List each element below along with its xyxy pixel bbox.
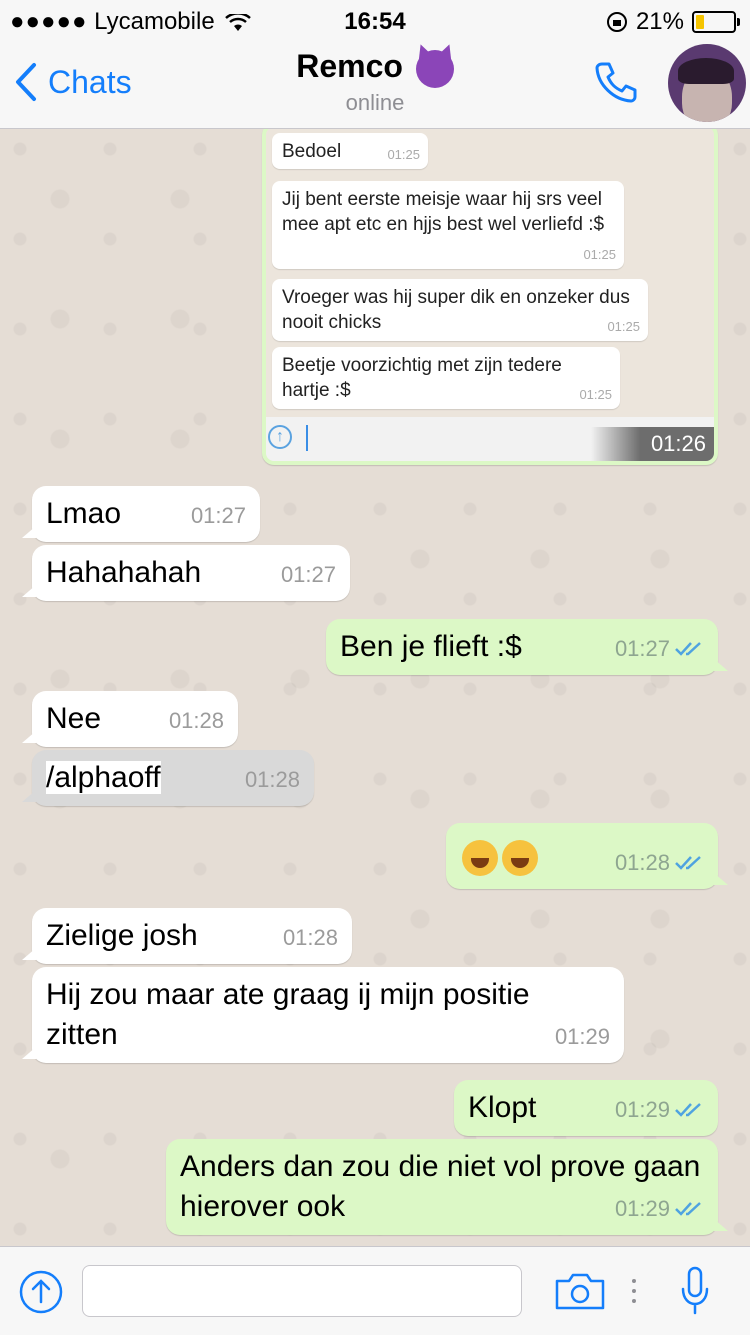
- embedded-screenshot: Bedoel 01:25 Jij bent eerste meisje waar…: [266, 129, 714, 461]
- microphone-button[interactable]: [680, 1265, 710, 1322]
- contact-name: Remco: [296, 48, 403, 84]
- message-time: 01:28: [282, 925, 338, 950]
- message-incoming[interactable]: Nee 01:28: [22, 691, 238, 747]
- camera-icon: [555, 1273, 605, 1310]
- orientation-lock-icon: [606, 12, 627, 32]
- message-outgoing[interactable]: Klopt 01:29: [454, 1080, 718, 1136]
- message-text: Klopt: [468, 1091, 537, 1124]
- message-time: 01:28: [615, 843, 704, 883]
- double-check-icon: [675, 1103, 701, 1117]
- embedded-message: Beetje voorzichtig met zijn tedere hartj…: [272, 347, 620, 409]
- message-outgoing[interactable]: Ben je flieft :$ 01:27: [326, 619, 728, 675]
- message-text: Ben je flieft :$: [340, 630, 522, 663]
- message-time: 01:28: [168, 708, 224, 733]
- image-message[interactable]: Bedoel 01:25 Jij bent eerste meisje waar…: [262, 129, 718, 465]
- embedded-message: Vroeger was hij super dik en onzeker dus…: [272, 279, 648, 341]
- message-text: /alphaoff: [46, 761, 161, 794]
- message-list[interactable]: Bedoel 01:25 Jij bent eerste meisje waar…: [0, 129, 750, 1246]
- embedded-message: Bedoel 01:25: [272, 133, 428, 169]
- crying-emoji-icon: [502, 840, 538, 877]
- chat-header: Chats Remco online: [0, 40, 750, 129]
- microphone-icon: [681, 1266, 709, 1315]
- devil-emoji-icon: [415, 49, 454, 88]
- message-outgoing[interactable]: Anders dan zou die niet vol prove gaan h…: [166, 1139, 728, 1235]
- message-text: Hahahahah: [46, 556, 202, 589]
- avatar[interactable]: [668, 44, 746, 122]
- battery-percent: 21%: [635, 8, 684, 35]
- upload-icon: ↑: [268, 425, 292, 449]
- message-incoming[interactable]: Zielige josh 01:28: [22, 908, 352, 964]
- message-text: Zielige josh: [46, 919, 198, 952]
- message-time: 01:29: [554, 1024, 610, 1049]
- double-check-icon: [675, 856, 701, 870]
- message-incoming[interactable]: Hij zou maar ate graag ij mijn positie z…: [22, 967, 624, 1063]
- status-bar: ●●●●● Lycamobile 16:54 21%: [0, 0, 750, 40]
- message-time: 01:27: [615, 629, 704, 669]
- message-text: Lmao: [46, 497, 122, 530]
- double-check-icon: [675, 642, 701, 656]
- message-text: Hij zou maar ate graag ij mijn positie z…: [46, 978, 530, 1051]
- double-check-icon: [675, 1202, 701, 1216]
- message-time: 01:29: [615, 1189, 704, 1229]
- more-dots-icon[interactable]: [632, 1273, 638, 1309]
- message-input[interactable]: [82, 1265, 522, 1317]
- message-incoming[interactable]: Lmao 01:27: [22, 486, 260, 542]
- message-outgoing[interactable]: 01:28: [446, 823, 728, 889]
- phone-icon: [595, 62, 637, 103]
- message-incoming-selected[interactable]: /alphaoff 01:28: [22, 750, 314, 806]
- message-time: 01:27: [280, 562, 336, 587]
- upload-icon: [19, 1270, 63, 1314]
- message-incoming[interactable]: Hahahahah 01:27: [22, 545, 350, 601]
- message-time: 01:26: [590, 427, 714, 461]
- message-text: Nee: [46, 702, 102, 735]
- call-button[interactable]: [592, 58, 640, 111]
- message-time: 01:29: [615, 1090, 704, 1130]
- camera-button[interactable]: [554, 1271, 606, 1316]
- composer-bar: [0, 1246, 750, 1335]
- message-time: 01:28: [244, 767, 300, 792]
- battery-icon: [692, 11, 740, 33]
- tears-of-joy-emoji-icon: [462, 840, 498, 877]
- upload-button[interactable]: [18, 1269, 64, 1320]
- embedded-message: Jij bent eerste meisje waar hij srs veel…: [272, 181, 624, 269]
- message-time: 01:27: [190, 503, 246, 528]
